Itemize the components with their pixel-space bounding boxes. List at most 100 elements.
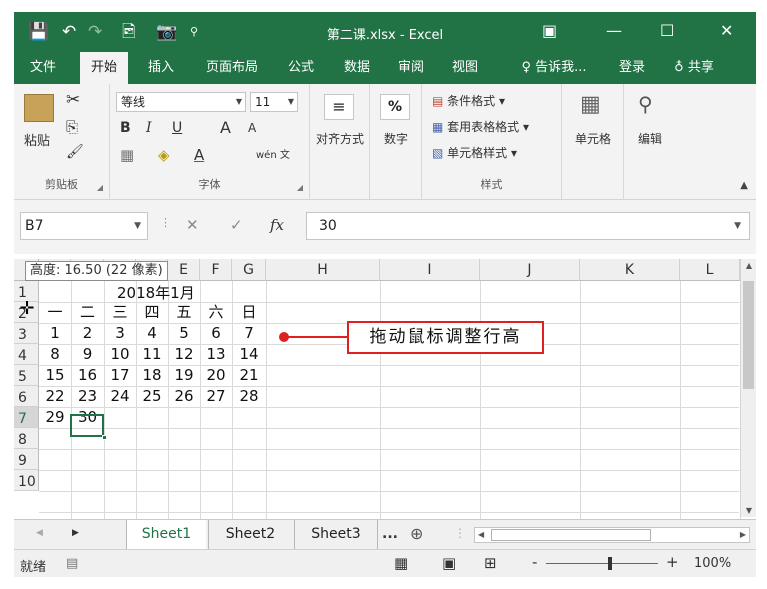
border-icon[interactable]: ▦ bbox=[120, 146, 134, 164]
sheet-tab-sheet1[interactable]: Sheet1 bbox=[126, 520, 206, 549]
day-cell[interactable]: 27 bbox=[200, 387, 232, 406]
tab-home[interactable]: 开始 bbox=[80, 52, 128, 85]
italic-button[interactable]: I bbox=[146, 120, 152, 136]
fill-color-icon[interactable]: ◈ bbox=[158, 146, 170, 164]
column-header-f[interactable]: F bbox=[200, 259, 232, 281]
day-cell[interactable]: 4 bbox=[136, 324, 168, 343]
horizontal-scrollbar[interactable]: ◀ ▶ bbox=[474, 527, 750, 543]
day-cell[interactable]: 9 bbox=[71, 345, 104, 364]
day-cell[interactable]: 24 bbox=[104, 387, 136, 406]
weekday-cell[interactable]: 二 bbox=[71, 303, 104, 322]
column-header-i[interactable]: I bbox=[380, 259, 480, 281]
day-cell[interactable]: 23 bbox=[71, 387, 104, 406]
editing-button[interactable]: 编辑 bbox=[624, 130, 676, 147]
tab-page-layout[interactable]: 页面布局 bbox=[194, 52, 270, 84]
day-cell[interactable]: 6 bbox=[200, 324, 232, 343]
day-cell[interactable]: 26 bbox=[168, 387, 200, 406]
weekday-cell[interactable]: 日 bbox=[232, 303, 266, 322]
row-header-6[interactable]: 6 bbox=[14, 386, 39, 407]
font-launcher-icon[interactable]: ◢ bbox=[297, 183, 303, 192]
tab-insert[interactable]: 插入 bbox=[138, 52, 184, 84]
underline-button[interactable]: U bbox=[172, 120, 182, 136]
cut-icon[interactable]: ✂ bbox=[66, 90, 80, 110]
zoom-level[interactable]: 100% bbox=[694, 556, 731, 571]
macro-record-icon[interactable]: ▤ bbox=[66, 556, 78, 571]
tab-tell-me[interactable]: ♀ 告诉我... bbox=[502, 52, 606, 84]
row-header-4[interactable]: 4 bbox=[14, 344, 39, 365]
tab-review[interactable]: 审阅 bbox=[388, 52, 434, 84]
shrink-font-button[interactable]: A bbox=[248, 121, 256, 135]
row-header-8[interactable]: 8 bbox=[14, 428, 39, 449]
copy-icon[interactable]: ⎘ bbox=[66, 118, 78, 136]
format-painter-icon[interactable]: 🖌 bbox=[66, 144, 84, 160]
vertical-scroll-thumb[interactable] bbox=[743, 281, 754, 389]
row-header-9[interactable]: 9 bbox=[14, 449, 39, 470]
day-cell[interactable]: 3 bbox=[104, 324, 136, 343]
day-cell[interactable]: 1 bbox=[39, 324, 71, 343]
fill-handle[interactable] bbox=[102, 435, 107, 440]
next-sheet-icon[interactable]: ▶ bbox=[72, 528, 79, 538]
page-break-view-icon[interactable]: ⊞ bbox=[484, 554, 497, 572]
alignment-icon[interactable]: ≡ bbox=[324, 94, 354, 120]
zoom-out-button[interactable]: - bbox=[532, 553, 537, 571]
add-sheet-icon[interactable]: ⊕ bbox=[410, 524, 423, 543]
day-cell[interactable]: 19 bbox=[168, 366, 200, 385]
scroll-down-icon[interactable]: ▼ bbox=[741, 506, 756, 515]
formula-input[interactable]: 30 ▼ bbox=[306, 212, 750, 240]
name-box[interactable]: B7 ▼ bbox=[20, 212, 148, 240]
day-cell[interactable]: 8 bbox=[39, 345, 71, 364]
horizontal-scroll-thumb[interactable] bbox=[491, 529, 651, 541]
worksheet-grid[interactable]: ABCDEFGHIJKL 12345678910 一二三四五六日12345678… bbox=[14, 254, 756, 519]
prev-sheet-icon[interactable]: ◀ bbox=[36, 528, 43, 538]
day-cell[interactable]: 18 bbox=[136, 366, 168, 385]
cells-icon[interactable]: ▦ bbox=[580, 92, 601, 117]
phonetic-guide-button[interactable]: wén 文 bbox=[256, 146, 290, 161]
sheet-tab-sheet3[interactable]: Sheet3 bbox=[294, 520, 378, 549]
day-cell[interactable]: 16 bbox=[71, 366, 104, 385]
day-cell[interactable]: 14 bbox=[232, 345, 266, 364]
day-cell[interactable]: 17 bbox=[104, 366, 136, 385]
day-cell[interactable]: 10 bbox=[104, 345, 136, 364]
grow-font-button[interactable]: A bbox=[220, 118, 231, 137]
column-header-g[interactable]: G bbox=[232, 259, 266, 281]
day-cell[interactable]: 22 bbox=[39, 387, 71, 406]
number-format-button[interactable]: 数字 bbox=[370, 130, 422, 147]
scroll-up-icon[interactable]: ▲ bbox=[741, 261, 756, 270]
weekday-cell[interactable]: 六 bbox=[200, 303, 232, 322]
clipboard-launcher-icon[interactable]: ◢ bbox=[97, 183, 103, 192]
tab-split-handle[interactable]: ⋮ bbox=[454, 526, 466, 540]
cells-button[interactable]: 单元格 bbox=[562, 130, 624, 147]
font-color-button[interactable]: A bbox=[194, 146, 204, 164]
tab-formulas[interactable]: 公式 bbox=[278, 52, 324, 84]
more-sheets-button[interactable]: ... bbox=[382, 526, 398, 542]
tab-sign-in[interactable]: 登录 bbox=[612, 52, 652, 84]
selected-cell-b7[interactable] bbox=[70, 414, 104, 437]
day-cell[interactable]: 25 bbox=[136, 387, 168, 406]
tab-share[interactable]: ♁ 共享 bbox=[662, 52, 726, 84]
weekday-cell[interactable]: 四 bbox=[136, 303, 168, 322]
day-cell[interactable]: 7 bbox=[232, 324, 266, 343]
day-cell[interactable]: 12 bbox=[168, 345, 200, 364]
day-cell[interactable]: 20 bbox=[200, 366, 232, 385]
percent-icon[interactable]: % bbox=[380, 94, 410, 120]
bold-button[interactable]: B bbox=[120, 120, 131, 136]
sheet-tab-sheet2[interactable]: Sheet2 bbox=[208, 520, 292, 549]
paste-icon[interactable] bbox=[24, 94, 54, 122]
row-header-7[interactable]: 7 bbox=[14, 407, 39, 428]
cancel-icon[interactable]: ✕ bbox=[186, 216, 199, 234]
alignment-button[interactable]: 对齐方式 bbox=[310, 130, 370, 147]
zoom-in-button[interactable]: + bbox=[666, 553, 679, 571]
weekday-cell[interactable]: 三 bbox=[104, 303, 136, 322]
cell-styles-button[interactable]: ▧ 单元格样式 ▾ bbox=[432, 144, 517, 161]
font-size-select[interactable]: 11 ▼ bbox=[250, 92, 298, 112]
conditional-format-button[interactable]: ▤ 条件格式 ▾ bbox=[432, 92, 505, 109]
tab-view[interactable]: 视图 bbox=[442, 52, 488, 84]
zoom-slider-thumb[interactable] bbox=[608, 557, 612, 570]
day-cell[interactable]: 29 bbox=[39, 408, 71, 427]
restore-icon[interactable]: ☐ bbox=[660, 20, 674, 42]
day-cell[interactable]: 28 bbox=[232, 387, 266, 406]
paste-button[interactable]: 粘贴 bbox=[24, 130, 50, 149]
weekday-cell[interactable]: 五 bbox=[168, 303, 200, 322]
tab-file[interactable]: 文件 bbox=[20, 52, 66, 84]
row-header-3[interactable]: 3 bbox=[14, 323, 39, 344]
